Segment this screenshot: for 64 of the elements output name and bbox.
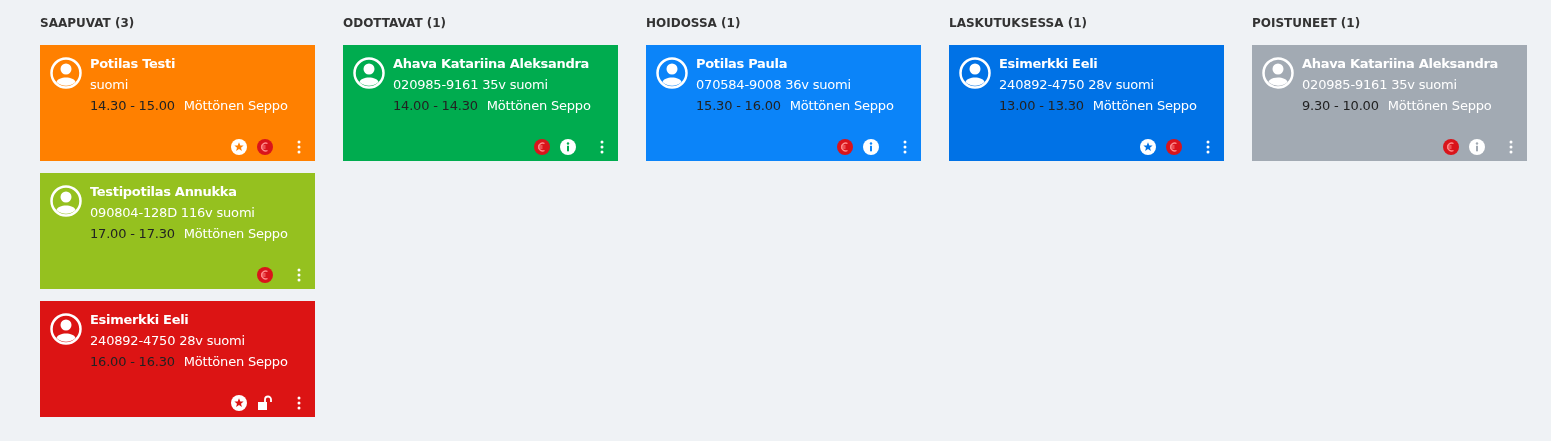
euro-icon[interactable] [534,139,550,155]
patient-name: Testipotilas Annukka [90,183,238,201]
doctor-name: Möttönen Seppo [1092,98,1197,113]
patient-card[interactable]: Potilas Paula 070584-9008 36v suomi 15.30 - 16.00 Möttönen Seppo [646,45,921,161]
appointment-time: 17.00 - 17.30 [90,226,175,241]
column-title: ODOTTAVAT (1) [343,15,448,32]
avatar-icon [656,57,688,89]
doctor-name: Möttönen Seppo [183,226,288,241]
patient-details: 240892-4750 28v suomi [999,76,1155,94]
patient-card[interactable]: Potilas Testi suomi 14.30 - 15.00 Möttönen Seppo [40,45,315,161]
doctor-name: Möttönen Seppo [486,98,591,113]
euro-icon[interactable] [837,139,853,155]
doctor-name: Möttönen Seppo [1387,98,1492,113]
avatar-icon [959,57,991,89]
patient-card[interactable]: Ahava Katariina Aleksandra 020985-9161 35v suomi 9.30 - 10.00 Möttönen Seppo [1252,45,1527,161]
patient-name: Esimerkki Eeli [999,55,1099,73]
column-title: LASKUTUKSESSA (1) [949,15,1088,32]
doctor-name: Möttönen Seppo [183,98,288,113]
patient-card[interactable]: Ahava Katariina Aleksandra 020985-9161 35v suomi 14.00 - 14.30 Möttönen Seppo [343,45,618,161]
column-title: SAAPUVAT (3) [40,15,136,32]
euro-icon[interactable] [1443,139,1459,155]
more-icon[interactable] [297,140,301,154]
column-title: POISTUNEET (1) [1252,15,1362,32]
patient-details: 240892-4750 28v suomi [90,332,246,350]
patient-name: Potilas Paula [696,55,789,73]
euro-icon[interactable] [1166,139,1182,155]
appointment-time: 15.30 - 16.00 [696,98,781,113]
patient-details: suomi [90,76,130,94]
appointment-time: 14.00 - 14.30 [393,98,478,113]
doctor-name: Möttönen Seppo [789,98,894,113]
more-icon[interactable] [297,268,301,282]
info-icon[interactable] [560,139,576,155]
info-icon[interactable] [1469,139,1485,155]
avatar-icon [353,57,385,89]
euro-icon[interactable] [257,267,273,283]
patient-details: 020985-9161 35v suomi [393,76,549,94]
euro-icon[interactable] [257,139,273,155]
patient-card[interactable]: Testipotilas Annukka 090804-128D 116v suomi 17.00 - 17.30 Möttönen Seppo [40,173,315,289]
more-icon[interactable] [297,396,301,410]
patient-name: Ahava Katariina Aleksandra [393,55,590,73]
patient-card[interactable]: Esimerkki Eeli 240892-4750 28v suomi 13.00 - 13.30 Möttönen Seppo [949,45,1224,161]
patient-name: Potilas Testi [90,55,177,73]
appointment-time: 9.30 - 10.00 [1302,98,1379,113]
column-title: HOIDOSSA (1) [646,15,742,32]
avatar-icon [50,57,82,89]
patient-details: 020985-9161 35v suomi [1302,76,1458,94]
avatar-icon [50,313,82,345]
avatar-icon [50,185,82,217]
patient-name: Esimerkki Eeli [90,311,190,329]
patient-card[interactable]: Esimerkki Eeli 240892-4750 28v suomi 16.00 - 16.30 Möttönen Seppo [40,301,315,417]
unlocked-icon[interactable] [257,395,273,411]
appointment-time: 13.00 - 13.30 [999,98,1084,113]
avatar-icon [1262,57,1294,89]
patient-details: 070584-9008 36v suomi [696,76,852,94]
appointment-time: 14.30 - 15.00 [90,98,175,113]
appointment-time: 16.00 - 16.30 [90,354,175,369]
doctor-name: Möttönen Seppo [183,354,288,369]
info-icon[interactable] [863,139,879,155]
more-icon[interactable] [1509,140,1513,154]
more-icon[interactable] [600,140,604,154]
more-icon[interactable] [903,140,907,154]
more-icon[interactable] [1206,140,1210,154]
patient-details: 090804-128D 116v suomi [90,204,256,222]
patient-name: Ahava Katariina Aleksandra [1302,55,1498,73]
